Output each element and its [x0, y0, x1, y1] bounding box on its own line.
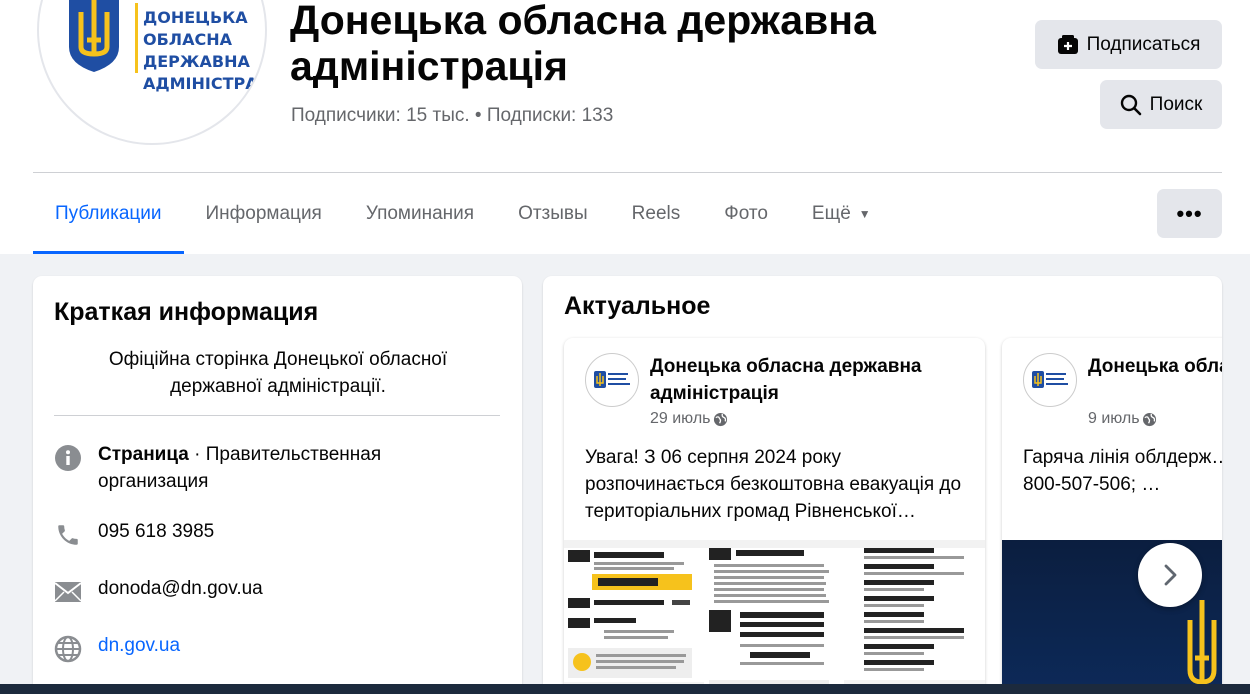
tab-reels[interactable]: Reels: [610, 173, 703, 254]
page-header: ДОНЕЦЬКА ОБЛАСНА ДЕРЖАВНА АДМІНІСТРАЦІЯ …: [0, 0, 1250, 254]
category-text: Страница · Правительственная организация: [98, 441, 418, 495]
tab-photos[interactable]: Фото: [702, 173, 790, 254]
tab-label: Информация: [205, 202, 322, 224]
tab-reviews[interactable]: Отзывы: [496, 173, 610, 254]
page-title-line: адміністрація: [290, 43, 568, 89]
post-date-text[interactable]: 9 июль: [1088, 410, 1140, 428]
avatar[interactable]: [585, 353, 639, 407]
tab-label: Ещё: [811, 202, 851, 224]
intro-title: Краткая информация: [54, 298, 319, 326]
tab-about[interactable]: Информация: [184, 173, 344, 254]
profile-picture[interactable]: ДОНЕЦЬКА ОБЛАСНА ДЕРЖАВНА АДМІНІСТРАЦІЯ: [37, 0, 267, 145]
tab-more[interactable]: Ещё ▼: [790, 173, 893, 254]
info-category: Страница · Правительственная организация: [54, 441, 418, 495]
subscribe-label: Подписаться: [1086, 33, 1201, 55]
followers-count[interactable]: Подписчики: 15 тыс. • Подписки: 133: [291, 105, 613, 127]
category-label: Страница: [98, 444, 189, 465]
tab-label: Фото: [724, 202, 768, 224]
globe-icon: [713, 412, 727, 426]
phone-number[interactable]: 095 618 3985: [98, 518, 214, 545]
intro-card: Краткая информация Офіційна сторінка Дон…: [33, 276, 522, 694]
post-date-text[interactable]: 29 июль: [650, 410, 711, 428]
search-button[interactable]: Поиск: [1100, 80, 1222, 129]
post-text: Гаряча лінія облдерж… 800-507-506; …: [1023, 447, 1222, 495]
tab-mentions[interactable]: Упоминания: [344, 173, 496, 254]
post-author[interactable]: Донецька обласна державна адміністрація: [650, 353, 970, 407]
chevron-right-icon: [1164, 564, 1177, 586]
more-options-button[interactable]: •••: [1157, 189, 1222, 238]
globe-icon: [1142, 412, 1156, 426]
trident-logo-icon: [594, 371, 630, 388]
post-author[interactable]: Донецька обласна державна адміністрація: [1088, 353, 1222, 380]
search-icon: [1120, 94, 1141, 115]
info-website: dn.gov.ua: [54, 632, 180, 663]
logo-line: ДЕРЖАВНА: [143, 52, 250, 71]
tab-label: Упоминания: [365, 202, 475, 224]
featured-title: Актуальное: [564, 292, 711, 320]
website-link[interactable]: dn.gov.ua: [98, 632, 180, 659]
info-phone: 095 618 3985: [54, 518, 214, 549]
carousel-next-button[interactable]: [1138, 543, 1202, 607]
intro-divider: [54, 415, 500, 416]
envelope-icon: [54, 578, 82, 606]
logo-line: ОБЛАСНА: [143, 30, 232, 49]
profile-tabs: Публикации Информация Упоминания Отзывы …: [33, 173, 893, 254]
post-image[interactable]: [564, 540, 985, 694]
globe-icon: [54, 635, 82, 663]
intro-bio: Офіційна сторінка Донецької обласної дер…: [108, 349, 448, 397]
tab-label: Отзывы: [518, 202, 588, 224]
logo-line: АДМІНІСТРАЦІЯ: [143, 74, 265, 93]
page-title: Донецька обласна державна адміністрація: [290, 0, 990, 89]
post-text: Увага! З 06 серпня 2024 року розпочинаєт…: [585, 447, 962, 522]
os-taskbar: [0, 684, 1250, 694]
search-label: Поиск: [1149, 93, 1203, 115]
email-address[interactable]: donoda@dn.gov.ua: [98, 575, 263, 602]
post-date: 9 июль: [1088, 410, 1157, 428]
tab-posts[interactable]: Публикации: [33, 173, 184, 254]
tab-label: Публикации: [55, 202, 162, 224]
phone-icon: [54, 521, 82, 549]
info-icon: [54, 444, 82, 472]
subscribe-icon: [1057, 34, 1078, 54]
logo-divider: [135, 3, 138, 73]
featured-card: Актуальное Донецька обласна державна адм…: [543, 276, 1222, 694]
logo-line: ДОНЕЦЬКА: [143, 8, 248, 27]
tab-label: Reels: [631, 202, 681, 224]
subscribe-button[interactable]: Подписаться: [1035, 20, 1222, 69]
evacuation-infographic-image: [564, 540, 985, 694]
avatar[interactable]: [1023, 353, 1077, 407]
featured-post[interactable]: Донецька обласна державна адміністрація …: [1002, 338, 1222, 694]
logo-text: ДОНЕЦЬКА ОБЛАСНА ДЕРЖАВНА АДМІНІСТРАЦІЯ: [143, 7, 265, 95]
info-email: donoda@dn.gov.ua: [54, 575, 263, 606]
caret-down-icon: ▼: [858, 206, 871, 221]
page-title-line: Донецька обласна державна: [290, 0, 876, 43]
trident-logo-icon: [1032, 371, 1068, 388]
post-date: 29 июль: [650, 410, 728, 428]
trident-logo-icon: [69, 0, 119, 72]
featured-post[interactable]: Донецька обласна державна адміністрація …: [564, 338, 985, 694]
